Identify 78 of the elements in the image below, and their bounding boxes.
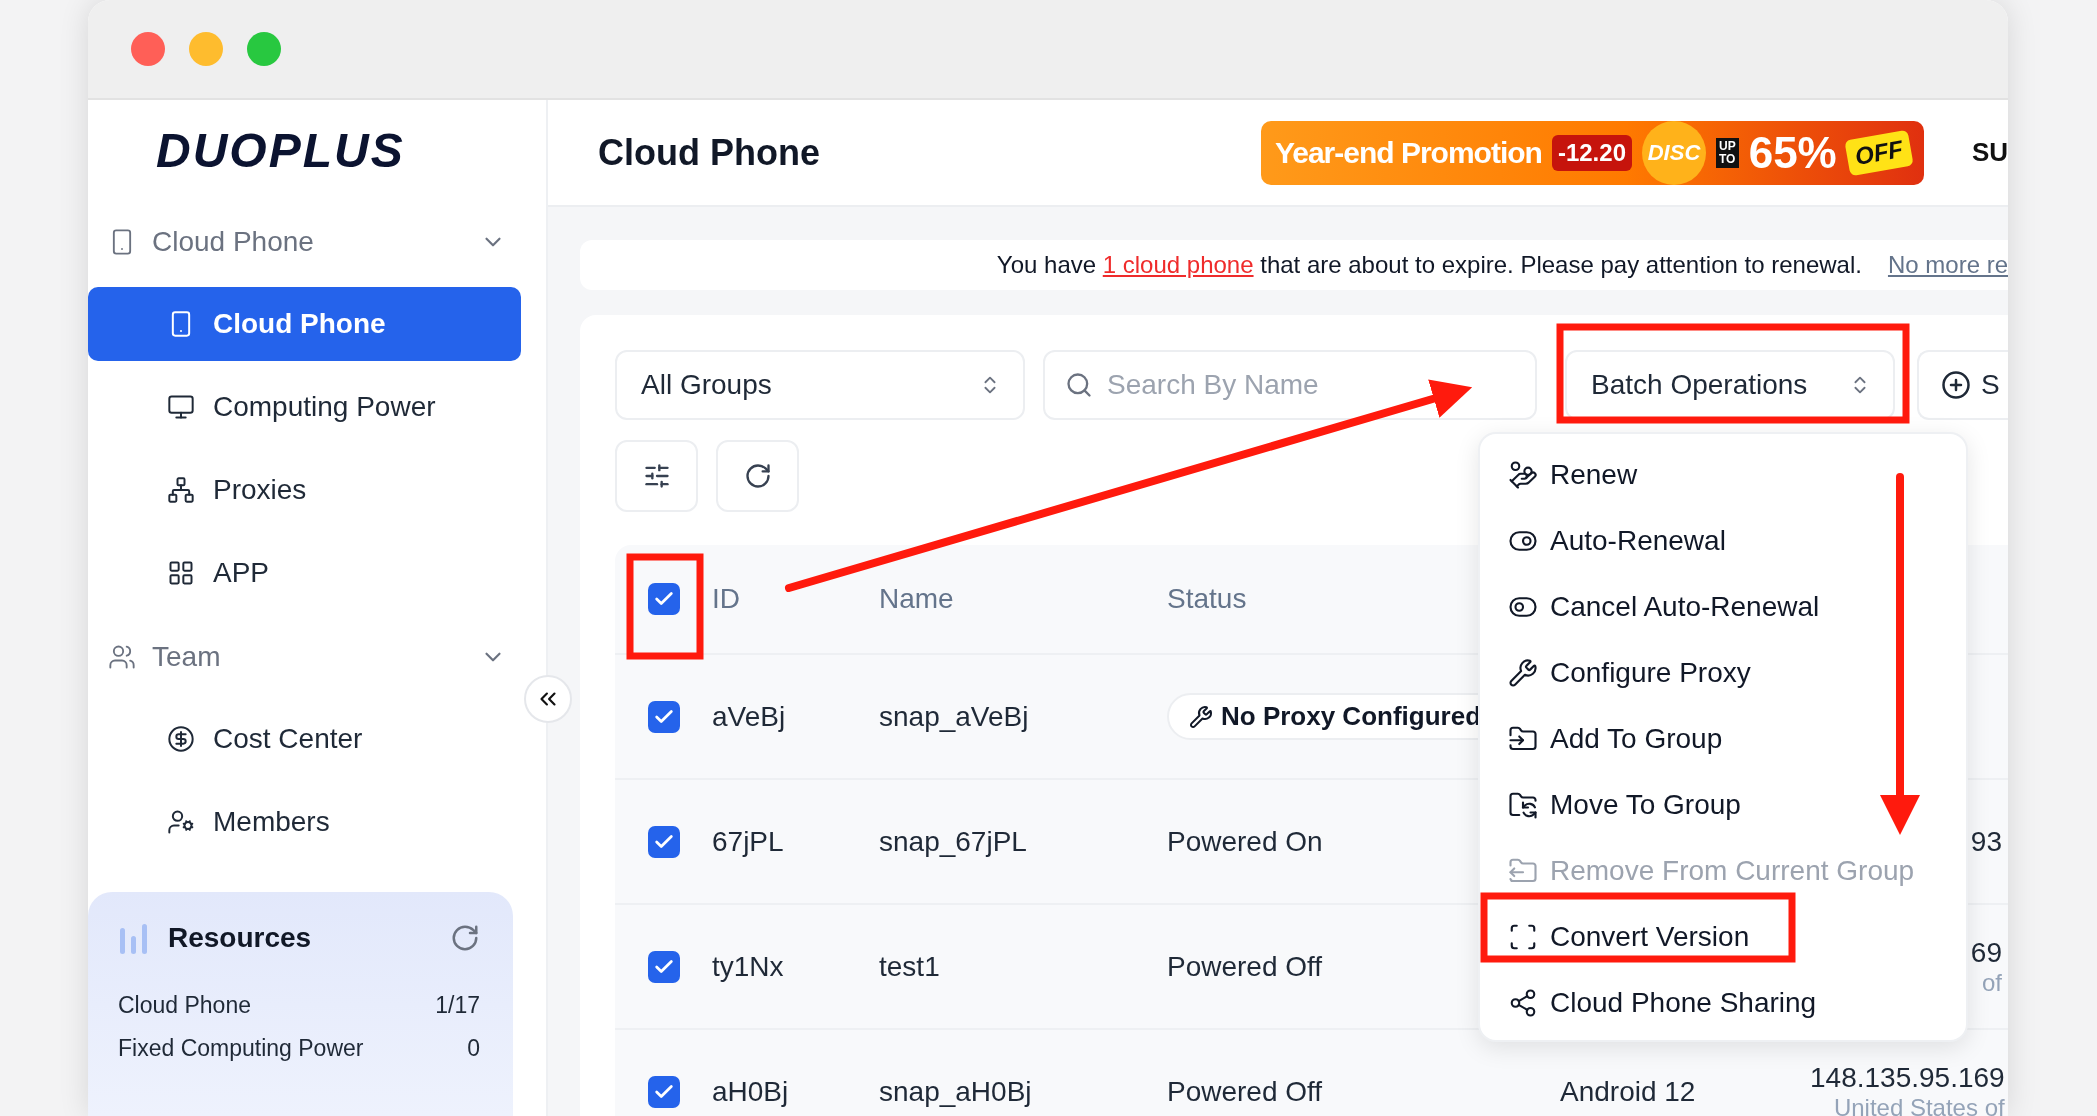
- row-checkbox[interactable]: [648, 700, 680, 733]
- sliders-icon: [642, 462, 671, 490]
- status-cell: Powered Off: [1167, 950, 1323, 982]
- plus-icon: [1941, 370, 1971, 400]
- sidebar-item[interactable]: Cloud Phone: [88, 287, 521, 361]
- wrench-icon: [1508, 658, 1538, 688]
- sidebar-item[interactable]: Proxies: [88, 453, 521, 527]
- bar-chart-icon: [118, 922, 150, 954]
- sidebar-item[interactable]: Members: [88, 785, 521, 859]
- sidebar-item[interactable]: APP: [88, 536, 521, 610]
- name-cell: snap_67jPL: [879, 825, 1027, 858]
- resource-value: 0: [467, 1035, 480, 1062]
- filter-button[interactable]: [615, 440, 698, 512]
- menu-item[interactable]: Configure Proxy: [1508, 640, 1966, 706]
- ip-cell: 148.135.95.169: [1810, 1061, 2005, 1094]
- id-cell: ty1Nx: [712, 950, 784, 983]
- notice-text: You have 1 cloud phone that are about to expire. Please pay attention to renewal.: [996, 251, 1862, 279]
- name-cell: snap_aH0Bj: [879, 1075, 1032, 1108]
- menu-item[interactable]: Convert Version: [1508, 904, 1966, 970]
- monitor-icon: [167, 393, 195, 421]
- sidebar-group[interactable]: Team: [88, 615, 546, 698]
- hand-coins-icon: [1508, 460, 1538, 490]
- page-title: Cloud Phone: [598, 131, 820, 174]
- column-header: ID: [712, 583, 740, 615]
- row-checkbox[interactable]: [648, 950, 680, 983]
- id-cell: aH0Bj: [712, 1075, 789, 1108]
- search-icon: [1065, 371, 1093, 399]
- search-input[interactable]: Search By Name: [1105, 368, 1505, 402]
- select-all-checkbox[interactable]: [648, 583, 680, 615]
- dashed-square-icon: [1508, 922, 1538, 952]
- resource-label: Cloud Phone: [118, 992, 251, 1019]
- add-button[interactable]: S: [1917, 350, 2008, 420]
- user-name[interactable]: SU: [1971, 137, 2008, 168]
- status-cell: Powered On: [1167, 825, 1323, 857]
- user-gear-icon: [167, 808, 195, 836]
- app-logo: DUOPLUS: [155, 122, 406, 179]
- id-cell: 67jPL: [712, 825, 784, 858]
- refresh-icon[interactable]: [450, 923, 480, 953]
- sidebar-item[interactable]: Computing Power: [88, 370, 521, 444]
- promotion-banner[interactable]: Year-end Promotion -12.20 DISC UP TO 65% OFF: [1260, 120, 1924, 185]
- name-cell: snap_aVeBj: [879, 700, 1029, 733]
- menu-item[interactable]: Auto-Renewal: [1508, 508, 1966, 574]
- grid-icon: [167, 559, 195, 587]
- refresh-icon: [743, 462, 772, 490]
- ip-cell: 69: [1970, 936, 2002, 969]
- menu-item[interactable]: Cloud Phone Sharing: [1508, 970, 1966, 1036]
- network-icon: [167, 476, 195, 504]
- column-header: Name: [879, 583, 954, 615]
- row-checkbox[interactable]: [648, 1075, 680, 1108]
- sidebar-group[interactable]: Cloud Phone: [88, 200, 546, 283]
- system-cell: Android 12: [1560, 1075, 1696, 1107]
- menu-item[interactable]: Add To Group: [1508, 706, 1966, 772]
- dollar-icon: [167, 725, 195, 753]
- group-select[interactable]: All Groups: [615, 350, 1025, 420]
- dismiss-link[interactable]: No more re: [1887, 251, 2008, 279]
- resource-value: 1/17: [435, 992, 480, 1019]
- location-cell: United States of: [1833, 1093, 2005, 1116]
- folder-sync-icon: [1508, 790, 1538, 820]
- menu-item[interactable]: Move To Group: [1508, 772, 1966, 838]
- row-checkbox[interactable]: [648, 825, 680, 858]
- location-cell: of: [1982, 968, 2002, 997]
- menu-item[interactable]: Renew: [1508, 442, 1966, 508]
- cloud-phone-link[interactable]: 1 cloud phone: [1102, 251, 1254, 278]
- sidebar-item[interactable]: Cost Center: [88, 702, 521, 776]
- refresh-button[interactable]: [716, 440, 799, 512]
- status-cell: Powered Off: [1167, 1075, 1323, 1107]
- id-cell: aVeBj: [712, 700, 786, 733]
- wrench-icon: [1189, 704, 1213, 729]
- resource-label: Fixed Computing Power: [118, 1035, 364, 1062]
- menu-item[interactable]: Cancel Auto-Renewal: [1508, 574, 1966, 640]
- batch-operations-select[interactable]: Batch Operations: [1565, 350, 1895, 420]
- column-header: Status: [1167, 583, 1247, 615]
- search-field[interactable]: Search By Name: [1043, 350, 1537, 420]
- name-cell: test1: [879, 950, 940, 983]
- ip-cell: 93: [1970, 825, 2002, 858]
- share-icon: [1508, 988, 1538, 1018]
- resources-title: Resources: [168, 922, 313, 954]
- close-window-icon[interactable]: [131, 32, 165, 66]
